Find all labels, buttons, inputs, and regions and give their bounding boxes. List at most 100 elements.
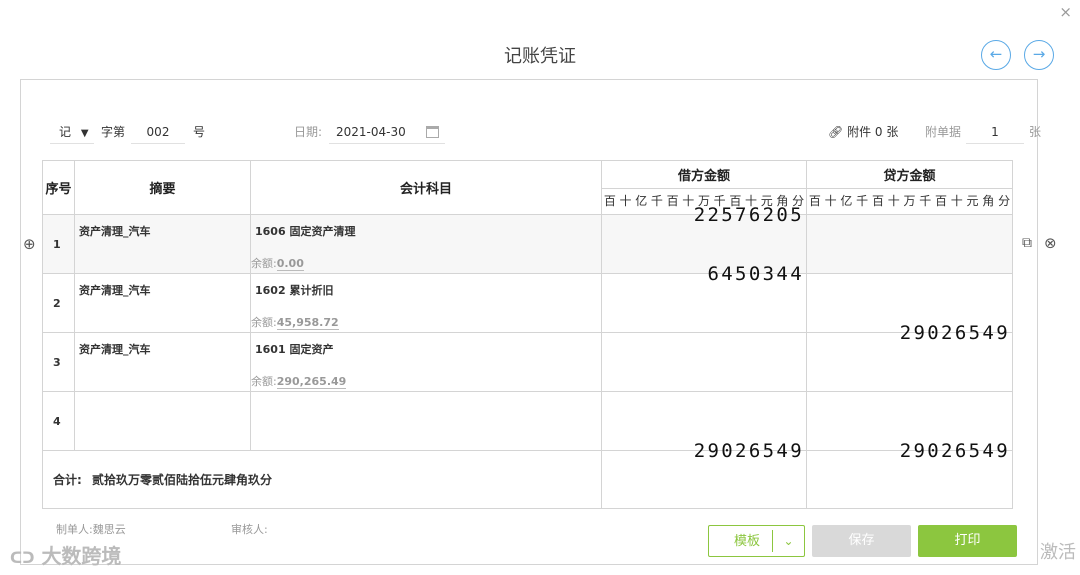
prev-voucher-button[interactable]: ← <box>981 40 1011 70</box>
col-summary-header: 摘要 <box>74 160 251 215</box>
doc-count-input[interactable]: 1 <box>966 120 1024 144</box>
amount-digits: 29026549 <box>899 322 1010 344</box>
reviewer-label: 审核人: <box>231 523 268 536</box>
total-cell: 合计: 贰拾玖万零贰佰陆拾伍元肆角玖分 <box>42 450 602 509</box>
col-seq-header: 序号 <box>42 160 75 215</box>
row-seq: 1 <box>42 214 75 274</box>
word-label: 字第 <box>101 125 126 139</box>
unit-label: 百 <box>871 194 884 208</box>
paperclip-icon: 🔗︎ <box>828 125 844 139</box>
delete-row-icon[interactable]: ⊗ <box>1044 234 1057 252</box>
balance: 余额:45,958.72 <box>251 314 339 330</box>
summary-cell[interactable]: 资产清理_汽车 <box>74 332 251 392</box>
unit-label: 元 <box>966 194 979 208</box>
maker-label: 制单人: <box>56 523 93 536</box>
total-label: 合计: <box>53 473 82 487</box>
total-row: 合计: 贰拾玖万零贰佰陆拾伍元肆角玖分 29026549 29026549 <box>42 440 1013 509</box>
unit-label: 十 <box>824 194 837 208</box>
debit-cell[interactable] <box>601 332 807 392</box>
unit-label: 角 <box>982 194 995 208</box>
unit-label: 百 <box>935 194 948 208</box>
account-cell[interactable]: 1606 固定资产清理 余额:0.00 <box>250 214 602 274</box>
template-button[interactable]: 模板 ⌄ <box>708 525 805 557</box>
account-cell[interactable]: 1601 固定资产 余额:290,265.49 <box>250 332 602 392</box>
balance-label: 余额: <box>251 375 277 388</box>
col-credit-header: 贷方金额 <box>806 160 1013 189</box>
add-row-icon[interactable]: ⊕ <box>23 235 36 253</box>
voucher-word-value: 记 <box>59 125 72 139</box>
maker-info: 制单人:魏思云 <box>56 521 126 537</box>
calendar-icon[interactable] <box>426 126 439 138</box>
template-label: 模板 <box>734 534 761 549</box>
doc-count-suffix: 张 <box>1029 125 1042 139</box>
unit-label: 千 <box>919 194 932 208</box>
amount-digits: 29026549 <box>899 440 1010 462</box>
debit-cell[interactable]: 6450344 <box>601 263 807 333</box>
table-row[interactable]: 1 资产清理_汽车 1606 固定资产清理 余额:0.00 22576205 <box>42 204 1013 274</box>
close-icon[interactable]: × <box>1059 2 1072 22</box>
credit-cell[interactable]: 29026549 <box>806 322 1013 392</box>
summary-cell[interactable]: 资产清理_汽车 <box>74 273 251 333</box>
next-voucher-button[interactable]: → <box>1024 40 1054 70</box>
credit-cell[interactable] <box>806 214 1013 274</box>
attachment-link[interactable]: 🔗︎ 附件 0 张 <box>828 120 898 144</box>
unit-label: 千 <box>856 194 869 208</box>
account-name: 1606 固定资产清理 <box>255 225 356 238</box>
summary-cell[interactable] <box>74 391 251 451</box>
balance-value: 0.00 <box>276 257 304 271</box>
unit-label: 十 <box>619 194 632 208</box>
total-credit-cell: 29026549 <box>806 440 1013 509</box>
table-row[interactable]: 3 资产清理_汽车 1601 固定资产 余额:290,265.49 290265… <box>42 322 1013 392</box>
row-seq: 4 <box>42 391 75 451</box>
date-input[interactable]: 2021-04-30 <box>329 120 445 144</box>
amount-digits: 6450344 <box>707 263 804 285</box>
save-button[interactable]: 保存 <box>812 525 911 557</box>
print-button[interactable]: 打印 <box>918 525 1017 557</box>
row-seq: 3 <box>42 332 75 392</box>
total-debit-cell: 29026549 <box>601 440 807 509</box>
date-value: 2021-04-30 <box>336 125 406 139</box>
balance-label: 余额: <box>251 316 277 329</box>
unit-label: 十 <box>887 194 900 208</box>
unit-label: 亿 <box>635 194 648 208</box>
col-account-header: 会计科目 <box>250 160 602 215</box>
number-suffix: 号 <box>193 125 206 139</box>
watermark-logo: ᑕᑐ 大数跨境 <box>10 540 121 569</box>
unit-label: 十 <box>950 194 963 208</box>
attachment-label: 附件 0 张 <box>847 125 899 139</box>
account-name: 1601 固定资产 <box>255 343 334 356</box>
unit-label: 千 <box>650 194 663 208</box>
unit-label: 万 <box>903 194 916 208</box>
summary-cell[interactable]: 资产清理_汽车 <box>74 214 251 274</box>
balance: 余额:290,265.49 <box>251 373 347 389</box>
balance-label: 余额: <box>251 257 277 270</box>
account-cell[interactable] <box>250 391 602 451</box>
chevron-down-icon[interactable]: ⌄ <box>772 530 804 552</box>
total-words: 贰拾玖万零贰佰陆拾伍元肆角玖分 <box>92 473 273 487</box>
table-row[interactable]: 2 资产清理_汽车 1602 累计折旧 余额:45,958.72 6450344 <box>42 263 1013 333</box>
maker-name: 魏思云 <box>92 523 126 536</box>
activate-watermark: 激活 <box>1040 542 1076 563</box>
unit-label: 分 <box>998 194 1011 208</box>
amount-digits: 22576205 <box>693 204 804 226</box>
unit-label: 百 <box>666 194 679 208</box>
copy-row-icon[interactable]: ⧉ <box>1022 235 1032 251</box>
account-cell[interactable]: 1602 累计折旧 余额:45,958.72 <box>250 273 602 333</box>
balance: 余额:0.00 <box>251 255 304 271</box>
balance-value: 45,958.72 <box>276 316 339 330</box>
account-name: 1602 累计折旧 <box>255 284 334 297</box>
voucher-word-select[interactable]: 记 ▼ <box>50 120 94 144</box>
unit-label: 亿 <box>840 194 853 208</box>
credit-units: 百十亿千百十万千百十元角分 <box>806 188 1013 215</box>
chevron-down-icon: ▼ <box>80 128 89 139</box>
unit-label: 百 <box>808 194 821 208</box>
amount-digits: 29026549 <box>693 440 804 462</box>
balance-value: 290,265.49 <box>276 375 347 389</box>
row-seq: 2 <box>42 273 75 333</box>
dialog-title: 记账凭证 <box>504 46 576 67</box>
voucher-number-input[interactable]: 002 <box>131 120 185 144</box>
col-debit-header: 借方金额 <box>601 160 807 189</box>
table-row[interactable]: 4 <box>42 391 1013 451</box>
logo-icon: ᑕᑐ <box>10 549 35 567</box>
doc-count-label: 附单据 <box>925 125 962 139</box>
